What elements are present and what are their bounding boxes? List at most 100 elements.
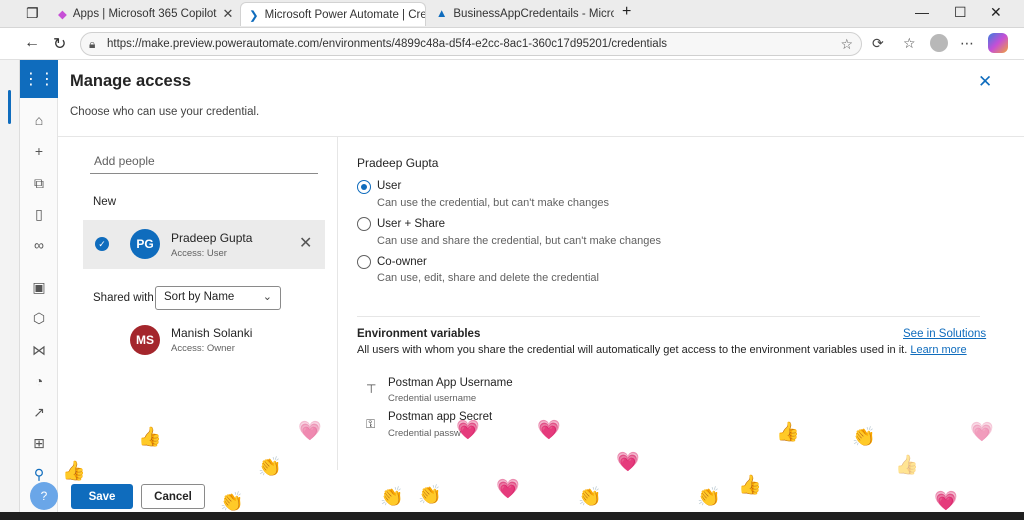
heart-reaction-icon: 💗 xyxy=(298,421,322,442)
browser-tab-bar: ❐ ◆ Apps | Microsoft 365 Copilot ✕ ❯ Mic… xyxy=(0,0,1024,28)
maximize-icon[interactable]: ☐ xyxy=(954,4,967,21)
app-rail: ⋮⋮ ⌂ + ⧉ ▯ ∞ ▣ ⬡ ⋈ ◔ ↗ ⊞ ⚲ xyxy=(20,60,58,520)
browser-tab-copilot[interactable]: ◆ Apps | Microsoft 365 Copilot ✕ xyxy=(50,2,240,26)
thumbs-up-reaction-icon: 👍 xyxy=(62,461,86,482)
var-desc: Credential username xyxy=(388,393,477,404)
help-chat-icon[interactable]: ? xyxy=(30,482,58,510)
see-in-solutions-link[interactable]: See in Solutions xyxy=(903,328,986,340)
url-field[interactable]: 🔒︎ https://make.preview.powerautomate.co… xyxy=(80,32,862,56)
url-text: https://make.preview.powerautomate.com/e… xyxy=(107,38,667,50)
copilot-icon[interactable] xyxy=(988,33,1008,53)
more-icon[interactable]: ⚲ xyxy=(30,466,48,483)
manage-access-panel: Manage access Choose who can use your cr… xyxy=(58,60,1024,520)
learn-more-link[interactable]: Learn more xyxy=(910,344,966,356)
new-tab-icon[interactable]: + xyxy=(622,3,631,21)
thumbs-up-reaction-icon: 👍 xyxy=(895,455,919,476)
heart-reaction-icon: 💗 xyxy=(496,479,520,500)
close-panel-icon[interactable]: ✕ xyxy=(978,72,992,92)
browser-side-strip xyxy=(0,60,20,520)
minimize-icon[interactable]: — xyxy=(915,4,929,20)
heart-reaction-icon: 💗 xyxy=(616,452,640,473)
connectors-icon[interactable]: ∞ xyxy=(30,237,48,253)
sort-dropdown[interactable]: Sort by Name ⌄ xyxy=(155,286,281,310)
taskbar xyxy=(0,512,1024,520)
tab-actions-icon[interactable]: ❐ xyxy=(26,5,39,22)
tab-label: Apps | Microsoft 365 Copilot xyxy=(72,8,217,20)
desktop-flows-icon[interactable]: ⊞ xyxy=(30,435,48,452)
heart-reaction-icon: 💗 xyxy=(537,420,561,441)
browser-tab-azure[interactable]: ▲ BusinessAppCredentails - Micros ✕ xyxy=(428,2,614,26)
home-icon[interactable]: ⌂ xyxy=(30,112,48,128)
app-launcher-icon[interactable]: ⋮⋮ xyxy=(20,60,58,98)
clap-reaction-icon: 👏 xyxy=(852,427,876,448)
selected-person-name: Pradeep Gupta xyxy=(357,156,439,170)
more-icon[interactable]: ⋯ xyxy=(960,35,974,52)
process-mining-icon[interactable]: ⋈ xyxy=(30,342,48,359)
clap-reaction-icon: 👏 xyxy=(380,487,404,508)
env-vars-desc: All users with whom you share the creden… xyxy=(357,344,967,356)
monitor-icon[interactable]: ↗ xyxy=(30,404,48,421)
radio-user-share[interactable] xyxy=(357,217,371,231)
extensions-icon[interactable]: ⟳ xyxy=(872,35,884,52)
add-people-input[interactable]: Add people xyxy=(90,150,318,174)
favorites-icon[interactable]: ☆ xyxy=(903,35,916,52)
shared-with-label: Shared with xyxy=(93,292,154,304)
env-vars-title: Environment variables xyxy=(357,328,481,340)
sort-value: Sort by Name xyxy=(164,291,235,303)
env-desc-text: All users with whom you share the creden… xyxy=(357,344,908,356)
new-person-row[interactable]: ✓ PG Pradeep Gupta Access: User ✕ xyxy=(83,220,325,269)
approvals-icon[interactable]: ▣ xyxy=(30,279,48,296)
create-icon[interactable]: + xyxy=(30,143,48,159)
lock-icon: 🔒︎ xyxy=(89,37,96,51)
person-role: Access: User xyxy=(171,248,227,259)
clap-reaction-icon: 👏 xyxy=(258,457,282,478)
var-desc: Credential passw xyxy=(388,428,461,439)
option-label: User xyxy=(377,180,402,192)
azure-tab-icon: ▲ xyxy=(436,8,448,20)
remove-person-icon[interactable]: ✕ xyxy=(299,233,312,253)
radio-user[interactable] xyxy=(357,180,371,194)
solutions-icon[interactable]: ⬡ xyxy=(30,310,48,327)
close-tab-icon[interactable]: ✕ xyxy=(222,6,233,22)
avatar: MS xyxy=(130,325,160,355)
save-button[interactable]: Save xyxy=(71,484,133,509)
page-title: Manage access xyxy=(70,72,192,90)
tab-label: Microsoft Power Automate | Crec xyxy=(264,8,426,21)
option-desc: Can use, edit, share and delete the cred… xyxy=(377,272,599,284)
cancel-button[interactable]: Cancel xyxy=(141,484,205,509)
clap-reaction-icon: 👏 xyxy=(578,487,602,508)
clap-reaction-icon: 👏 xyxy=(418,485,442,506)
address-bar-row: ← ↻ 🔒︎ https://make.preview.powerautomat… xyxy=(0,28,1024,60)
ai-hub-icon[interactable]: ◔ xyxy=(30,373,48,389)
new-section-label: New xyxy=(93,196,117,208)
close-window-icon[interactable]: ✕ xyxy=(990,4,1002,21)
option-label: Co-owner xyxy=(377,256,427,268)
text-field-icon: ⊤ xyxy=(366,382,377,396)
templates-icon[interactable]: ⧉ xyxy=(30,175,48,192)
learn-icon[interactable]: ▯ xyxy=(30,206,48,223)
thumbs-up-reaction-icon: 👍 xyxy=(138,427,162,448)
panel-footer: Save Cancel xyxy=(58,470,1024,512)
heart-reaction-icon: 💗 xyxy=(970,422,994,443)
browser-tab-power-automate[interactable]: ❯ Microsoft Power Automate | Crec ✕ xyxy=(240,2,426,26)
refresh-icon[interactable]: ↻ xyxy=(53,34,66,54)
person-name: Pradeep Gupta xyxy=(171,231,253,245)
checkmark-icon: ✓ xyxy=(95,237,109,251)
page-subtitle: Choose who can use your credential. xyxy=(70,106,260,118)
heart-reaction-icon: 💗 xyxy=(456,420,480,441)
avatar: PG xyxy=(130,229,160,259)
heart-reaction-icon: 💗 xyxy=(934,491,958,512)
key-icon: ⚿ xyxy=(366,417,376,431)
favorite-star-icon[interactable]: ☆ xyxy=(840,36,853,53)
profile-avatar[interactable] xyxy=(930,34,948,52)
radio-co-owner[interactable] xyxy=(357,255,371,269)
divider xyxy=(337,137,338,520)
thumbs-up-reaction-icon: 👍 xyxy=(738,475,762,496)
person-role: Access: Owner xyxy=(171,343,235,354)
option-desc: Can use the credential, but can't make c… xyxy=(377,197,610,209)
active-indicator xyxy=(8,90,11,124)
divider xyxy=(58,136,1024,137)
var-name: Postman App Username xyxy=(388,377,513,389)
chevron-down-icon: ⌄ xyxy=(262,291,272,303)
back-icon[interactable]: ← xyxy=(24,34,40,52)
